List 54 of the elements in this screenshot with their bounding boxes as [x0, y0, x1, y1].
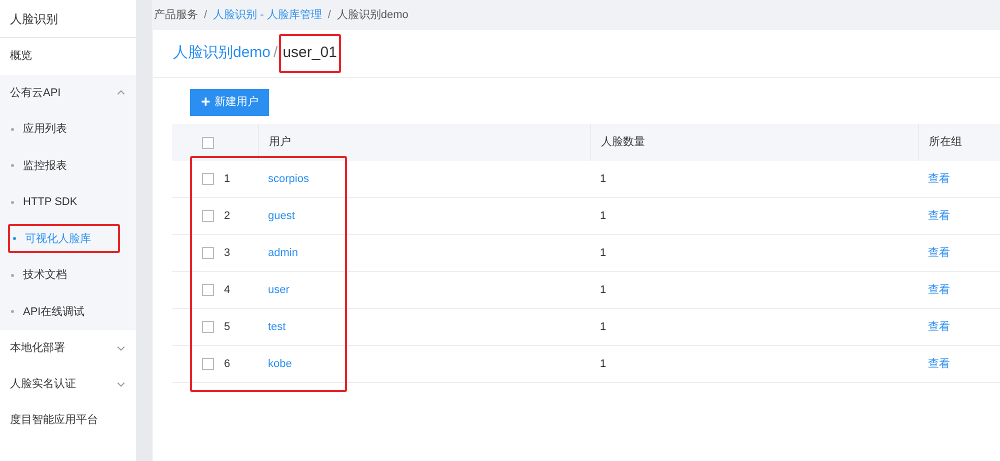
breadcrumb-link[interactable]: 人脸识别 - 人脸库管理 — [213, 6, 322, 24]
user-link[interactable]: user — [268, 284, 290, 296]
checkbox[interactable] — [202, 284, 214, 296]
user-link[interactable]: admin — [268, 246, 298, 259]
table-cell-text: 1 — [599, 172, 608, 187]
row-number: 6 — [224, 356, 230, 372]
sidebar-item[interactable]: HTTP SDK — [8, 188, 86, 217]
user-link[interactable]: guest — [268, 210, 295, 222]
view-link[interactable]: 查看 — [928, 246, 950, 259]
sidebar-item[interactable]: 度目智能应用平台 — [0, 402, 136, 439]
checkbox[interactable] — [202, 358, 214, 370]
sidebar-item[interactable]: 可视化人脸库 — [8, 224, 120, 254]
checkbox[interactable] — [202, 173, 214, 185]
table-cell-text: 1 — [599, 320, 608, 335]
breadcrumb-text: 人脸识别demo — [336, 8, 408, 23]
view-link[interactable]: 查看 — [928, 320, 950, 333]
checkbox[interactable] — [202, 247, 214, 259]
page-title: user_01 — [278, 34, 341, 73]
row-number: 4 — [224, 282, 230, 298]
breadcrumb-separator: / — [204, 8, 208, 23]
sidebar-group[interactable]: 公有云API — [0, 75, 136, 111]
title-separator: / — [274, 43, 278, 64]
row-number: 3 — [224, 246, 230, 261]
user-link[interactable]: kobe — [268, 358, 292, 370]
breadcrumb-text: 产品服务 — [154, 8, 198, 23]
column-header: 所在组 — [918, 124, 1000, 161]
checkbox[interactable] — [202, 136, 214, 148]
view-link[interactable]: 查看 — [928, 210, 950, 222]
user-link[interactable]: test — [268, 320, 286, 333]
table-cell-text: 1 — [599, 208, 608, 224]
checkbox[interactable] — [202, 210, 214, 222]
sidebar-item[interactable]: 技术文档 — [8, 260, 75, 290]
sidebar-item[interactable]: API在线调试 — [8, 297, 93, 326]
column-header: 人脸数量 — [590, 124, 918, 161]
table-cell-text: 1 — [599, 282, 608, 298]
table-cell-text: 1 — [599, 246, 608, 261]
view-link[interactable]: 查看 — [928, 172, 950, 185]
user-link[interactable]: scorpios — [268, 172, 309, 185]
sidebar-group[interactable]: 人脸实名认证 — [0, 366, 136, 402]
row-number: 5 — [224, 320, 230, 335]
checkbox[interactable] — [202, 321, 214, 333]
sidebar-item[interactable]: 监控报表 — [8, 151, 75, 180]
table-cell-text: 1 — [599, 356, 608, 372]
row-number: 2 — [224, 208, 230, 224]
title-link[interactable]: 人脸识别demo — [173, 42, 271, 65]
sidebar-item[interactable]: 应用列表 — [8, 114, 75, 144]
column-header: 用户 — [258, 124, 590, 161]
view-link[interactable]: 查看 — [928, 284, 950, 296]
new-user-button[interactable]: + 新建用户 — [190, 89, 270, 116]
view-link[interactable]: 查看 — [928, 358, 950, 370]
sidebar-group[interactable]: 本地化部署 — [0, 330, 136, 366]
breadcrumb-separator: / — [328, 8, 331, 23]
row-number: 1 — [224, 172, 230, 187]
sidebar-item[interactable]: 概览 — [0, 38, 136, 75]
